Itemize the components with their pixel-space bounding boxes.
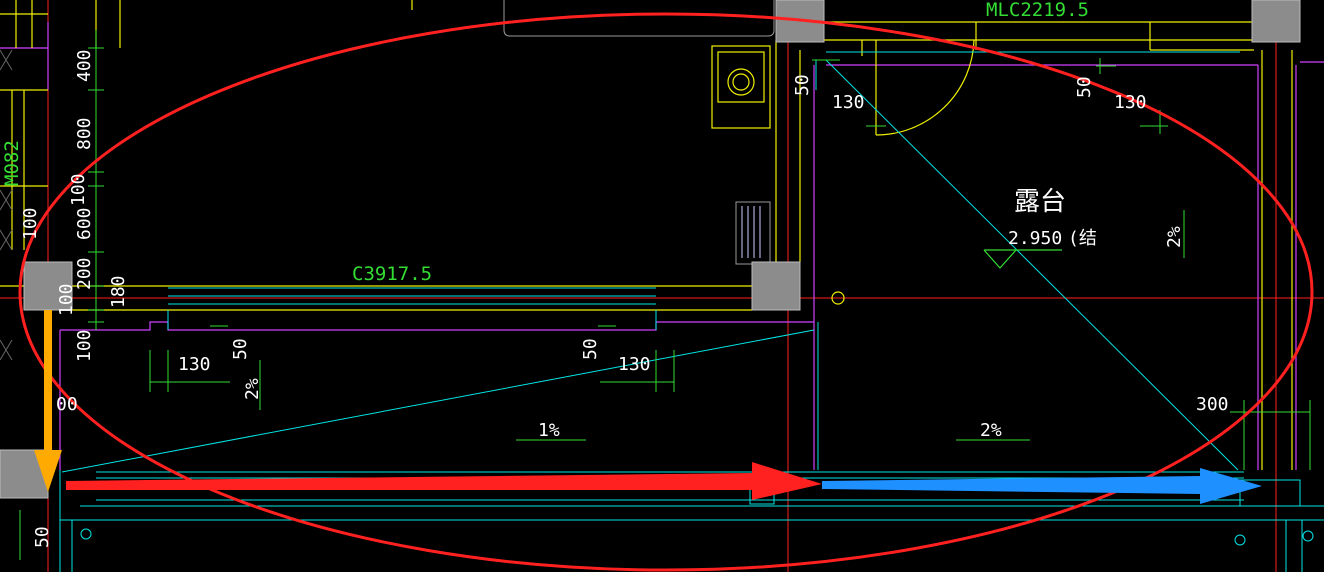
dim-left-10: 00 <box>56 394 78 415</box>
dim-left-2: 800 <box>74 117 95 150</box>
red-arrow <box>66 462 822 500</box>
column <box>1251 0 1301 43</box>
dim-right-4: 130 <box>1114 92 1147 113</box>
dim-left-8: 100 <box>56 283 77 316</box>
dim-mid-2: 50 <box>230 338 251 360</box>
dim-left-7: 100 <box>20 207 41 240</box>
dim-left-11: 50 <box>32 526 53 548</box>
cad-drawing-canvas: C3917.5 MLC2219.5 M082 露台 2.950 (结 400 8… <box>0 0 1324 572</box>
dim-mid-1: 130 <box>178 354 211 375</box>
dim-right-5: 300 <box>1196 394 1229 415</box>
dim-mid-3: 50 <box>580 338 601 360</box>
column <box>751 261 801 311</box>
wall-lines <box>0 0 1293 470</box>
dim-left-5: 200 <box>74 257 95 290</box>
fixture-outlines <box>503 0 775 265</box>
dim-mid-4: 130 <box>618 354 651 375</box>
room-name: 露台 <box>1014 187 1066 217</box>
magenta-outlines <box>0 22 1324 470</box>
dim-right-3: 50 <box>1074 76 1095 98</box>
left-hatching <box>0 49 13 361</box>
elevation-marker <box>983 249 1062 269</box>
slope-2: 1% <box>538 420 560 441</box>
slope-1: 2% <box>242 378 263 400</box>
dim-right-1: 50 <box>792 74 813 96</box>
dim-left-1: 400 <box>74 49 95 82</box>
columns <box>0 0 1301 499</box>
top-door-label: MLC2219.5 <box>986 0 1089 21</box>
dim-left-3: 100 <box>68 173 89 206</box>
dim-left-9: 100 <box>74 329 95 362</box>
dim-left-6: 180 <box>108 275 129 308</box>
elevation-suffix: (结 <box>1068 228 1097 249</box>
window-label: C3917.5 <box>352 263 432 285</box>
dim-left-4: 600 <box>74 207 95 240</box>
blue-arrow <box>822 468 1262 504</box>
radiator-detail <box>741 206 761 258</box>
cyan-lines <box>59 51 1324 572</box>
side-door-label: M082 <box>1 140 23 186</box>
elevation-value: 2.950 <box>1008 228 1062 249</box>
slope-4: 2% <box>1164 226 1185 248</box>
dim-right-2: 130 <box>832 92 865 113</box>
slope-3: 2% <box>980 420 1002 441</box>
